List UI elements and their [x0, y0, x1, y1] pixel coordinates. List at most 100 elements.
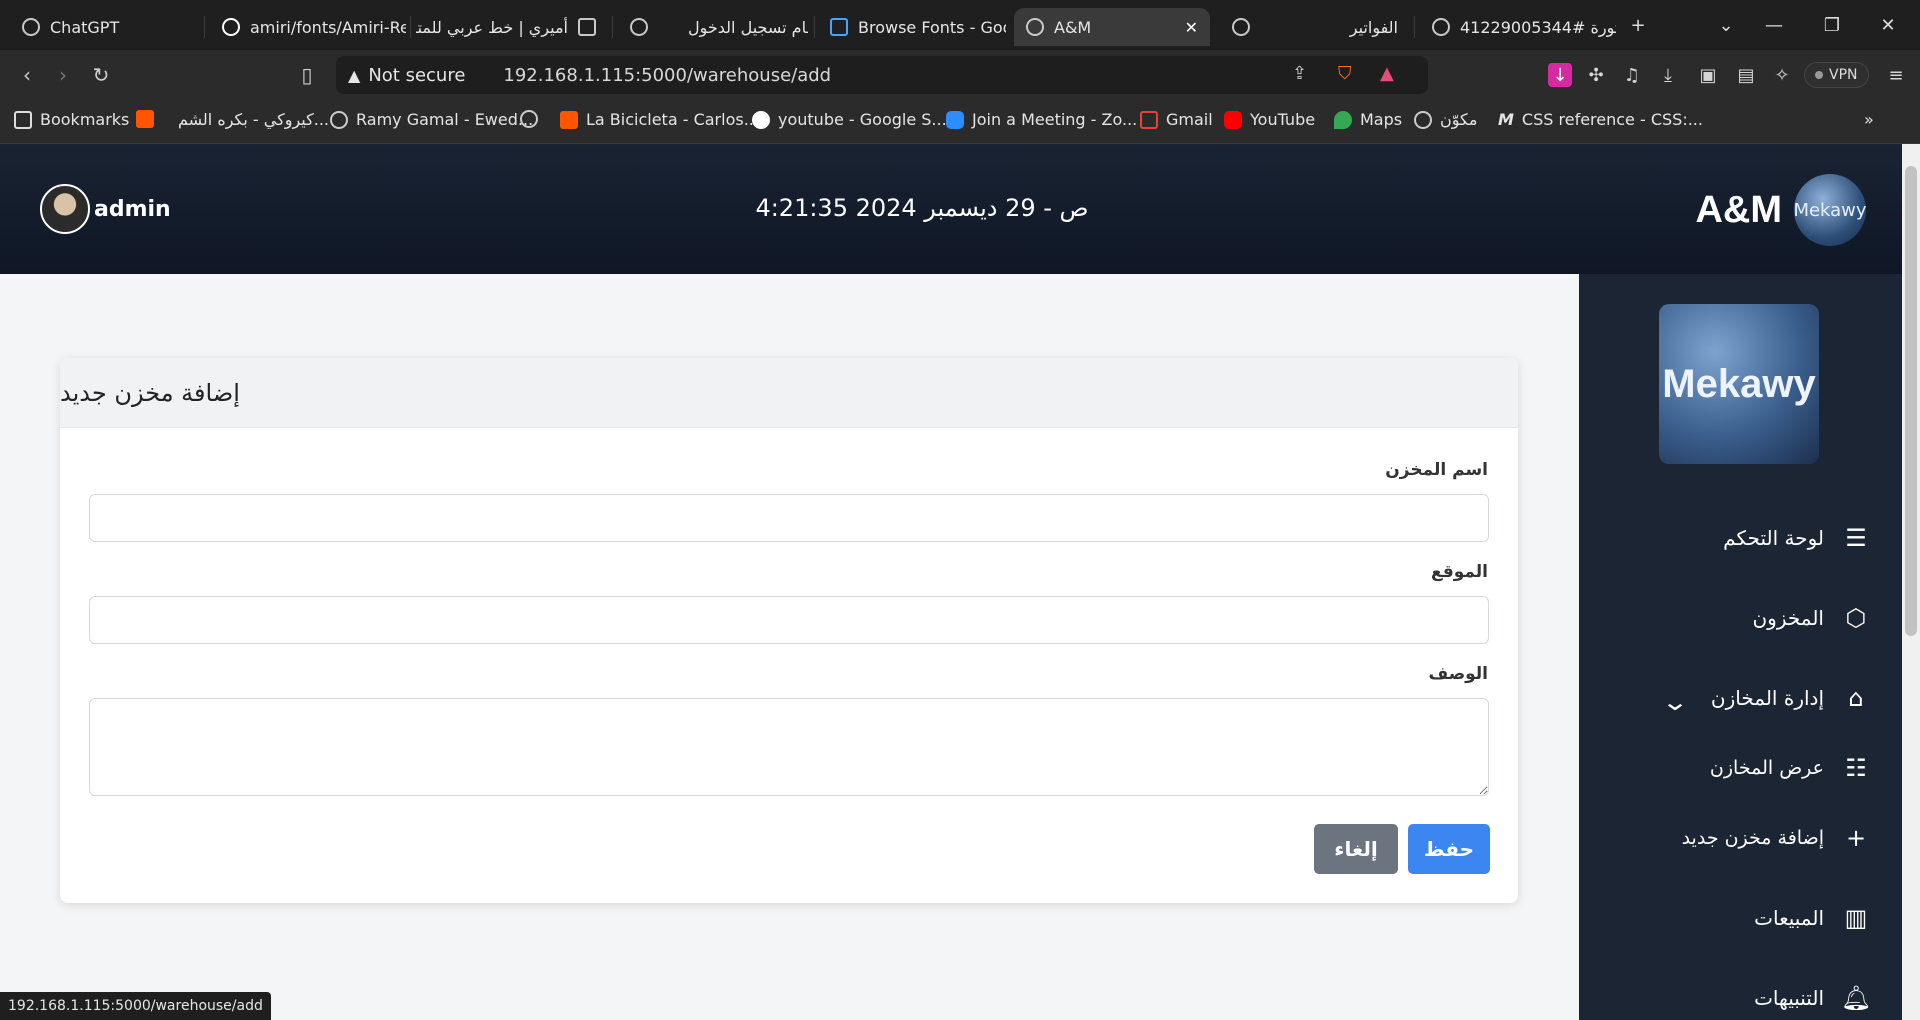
vpn-dot-icon	[1815, 71, 1823, 79]
close-icon[interactable]: ✕	[1185, 18, 1198, 37]
bookmark-label: Maps	[1360, 110, 1403, 129]
bell-icon: 🔔︎	[1840, 984, 1872, 1012]
bookmark-label: Ramy Gamal - Ewed...	[356, 110, 534, 129]
bookmark-item[interactable]	[520, 110, 538, 128]
tab-github[interactable]: amiri/fonts/Amiri-Re	[210, 8, 406, 46]
description-label: الوصف	[1428, 664, 1488, 684]
datetime: 4:21:35 ص - 29 ديسمبر 2024	[755, 194, 1089, 222]
browser-nav-bar: ‹ › ↻ ▯ ▲ Not secure 192.168.1.115:5000/…	[0, 50, 1920, 100]
brave-shield-icon[interactable]: ⛉	[1338, 63, 1352, 84]
tab-divider	[204, 16, 205, 38]
youtube-icon	[1224, 110, 1242, 129]
bookmark-item[interactable]: Gmail	[1140, 110, 1213, 129]
sidebar-item-label: إضافة مخزن جديد	[1681, 827, 1824, 849]
browser-tab-bar: ChatGPT amiri/fonts/Amiri-Re أميري | خط …	[0, 0, 1920, 50]
page-scrollbar[interactable]	[1902, 144, 1920, 1020]
forward-icon[interactable]: ›	[48, 60, 78, 90]
warning-icon: ▲	[348, 65, 361, 85]
more-bookmarks-icon[interactable]: »	[1864, 110, 1874, 129]
warehouse-name-label: اسم المخزن	[1385, 460, 1488, 480]
wallet-icon[interactable]: ▤	[1734, 63, 1758, 87]
bookmark-item[interactable]: كيروكي - بكره الشم...	[178, 110, 329, 129]
box-icon: ⬡	[1845, 604, 1867, 632]
zoom-icon	[946, 110, 964, 129]
globe-icon	[520, 110, 538, 128]
scrollbar-thumb[interactable]	[1905, 166, 1917, 636]
bookmark-label: CSS reference - CSS:...	[1521, 110, 1703, 129]
bookmark-item[interactable]: Bookmarks	[14, 110, 129, 129]
gmail-icon	[1140, 110, 1158, 129]
bookmarks-bar: Bookmarks كيروكي - بكره الشم... Ramy Gam…	[0, 100, 1920, 144]
chevron-down-icon[interactable]: ⌄	[1661, 688, 1689, 716]
brand[interactable]: A&M Mekawy	[1695, 174, 1867, 246]
sidebar-item-label: المخزون	[1752, 606, 1824, 630]
google-fonts-icon	[830, 18, 848, 36]
globe-icon	[630, 18, 648, 36]
sidebar-item-inventory[interactable]: ⬡ المخزون	[1752, 604, 1870, 632]
save-button[interactable]: حفظ	[1408, 824, 1490, 874]
tab-chatgpt[interactable]: ChatGPT	[10, 8, 200, 46]
bookmark-item[interactable]: Join a Meeting - Zo...	[946, 110, 1137, 129]
restore-icon[interactable]: ❐	[1812, 10, 1852, 40]
reload-icon[interactable]: ↻	[86, 60, 116, 90]
sidebar-item-alerts[interactable]: 🔔︎ التنبيهات	[1754, 984, 1872, 1012]
download-extension-icon[interactable]: ↓	[1548, 63, 1572, 87]
cancel-button[interactable]: إلغاء	[1314, 824, 1398, 874]
sidebar-toggle-icon[interactable]: ▣	[1696, 63, 1720, 87]
close-window-icon[interactable]: ✕	[1868, 10, 1908, 40]
tab-invoice[interactable]: فاتورة #41229005344	[1420, 8, 1616, 46]
bookmark-item[interactable]: Ramy Gamal - Ewed...	[330, 110, 533, 129]
bookmark-item[interactable]: La Bicicleta - Carlos...	[560, 110, 759, 129]
tab-invoices[interactable]: الفواتير	[1220, 8, 1410, 46]
leo-icon[interactable]: ✧	[1770, 63, 1794, 87]
address-bar[interactable]: ▲ Not secure 192.168.1.115:5000/warehous…	[336, 56, 1428, 94]
bookmark-label: youtube - Google S...	[778, 110, 947, 129]
tab-amiri[interactable]: أميري | خط عربي للمتو	[416, 8, 608, 46]
puzzle-icon[interactable]: ✣	[1584, 63, 1608, 87]
bookmark-item[interactable]	[136, 110, 154, 128]
bookmark-item[interactable]: M CSS reference - CSS:...	[1498, 110, 1703, 129]
chart-icon: ▥	[1844, 904, 1868, 932]
soundcloud-icon	[560, 110, 578, 129]
sidebar-item-add-warehouse[interactable]: + إضافة مخزن جديد	[1682, 824, 1870, 852]
bookmark-icon[interactable]: ▯	[292, 60, 322, 90]
share-icon[interactable]: ⇪	[1292, 63, 1307, 84]
tab-label: أميري | خط عربي للمتو	[416, 17, 568, 37]
bookmark-label: YouTube	[1250, 110, 1316, 129]
sidebar: Mekawy ☰ لوحة التحكم ⬡ المخزون ⌂ إدارة ا…	[1579, 274, 1920, 1020]
tab-divider	[814, 16, 815, 38]
tab-am-active[interactable]: A&M ✕	[1014, 8, 1210, 46]
vpn-button[interactable]: VPN	[1804, 62, 1869, 88]
music-icon[interactable]: ♫	[1620, 63, 1644, 87]
new-tab-button[interactable]: +	[1618, 10, 1658, 40]
site-icon	[578, 18, 596, 36]
warehouse-name-input[interactable]	[89, 494, 1489, 542]
tab-divider	[1414, 16, 1415, 38]
bookmark-label: مكوّن	[1440, 110, 1478, 129]
tab-label: الفواتير	[1349, 17, 1398, 37]
tab-google-fonts[interactable]: Browse Fonts - Goog	[818, 8, 1006, 46]
minimize-icon[interactable]: —	[1754, 10, 1794, 40]
tab-login[interactable]: نظام تسجيل الدخول	[618, 8, 808, 46]
bookmark-item[interactable]: مكوّن	[1414, 110, 1477, 129]
downloads-icon[interactable]: ⤓	[1656, 63, 1680, 87]
tab-label: نظام تسجيل الدخول	[688, 17, 808, 37]
sidebar-item-warehouse-management[interactable]: ⌂ إدارة المخازن	[1711, 684, 1870, 712]
brave-rewards-icon[interactable]: ▲	[1380, 63, 1394, 84]
description-textarea[interactable]	[89, 698, 1489, 796]
menu-icon[interactable]: ≡	[1884, 63, 1908, 87]
bookmark-item[interactable]: YouTube	[1224, 110, 1315, 129]
brand-name: A&M	[1695, 188, 1782, 231]
bookmark-label: Bookmarks	[40, 110, 130, 129]
bookmark-item[interactable]: youtube - Google S...	[752, 110, 947, 129]
bookmark-label: La Bicicleta - Carlos...	[586, 110, 759, 129]
globe-icon	[330, 110, 348, 129]
bookmark-item[interactable]: Maps	[1334, 110, 1402, 129]
tab-search-chevron-icon[interactable]: ⌄	[1706, 10, 1746, 40]
sidebar-item-dashboard[interactable]: ☰ لوحة التحكم	[1723, 524, 1870, 552]
sidebar-item-sales[interactable]: ▥ المبيعات	[1754, 904, 1870, 932]
back-icon[interactable]: ‹	[12, 60, 42, 90]
tab-label: ChatGPT	[50, 17, 120, 37]
sidebar-item-view-warehouses[interactable]: ☷ عرض المخازن	[1710, 754, 1870, 782]
location-input[interactable]	[89, 596, 1489, 644]
